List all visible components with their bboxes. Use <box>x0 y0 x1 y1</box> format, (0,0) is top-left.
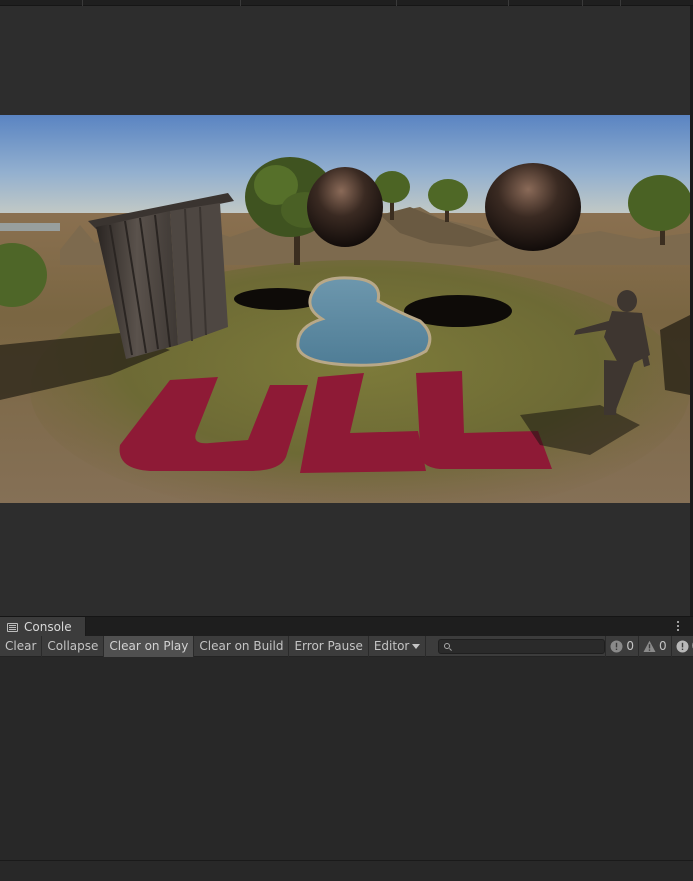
console-detail-area <box>0 860 693 881</box>
clear-on-play-toggle[interactable]: Clear on Play <box>104 635 195 657</box>
tab-console-label: Console <box>24 620 72 634</box>
log-counters: 0 0 0 <box>605 635 693 657</box>
warning-count: 0 <box>658 639 667 653</box>
chevron-down-icon <box>412 643 421 649</box>
warning-icon <box>643 640 656 652</box>
console-tab-bar: Console <box>0 616 693 637</box>
game-viewport[interactable] <box>0 115 690 503</box>
error-filter-toggle[interactable]: 0 <box>670 635 693 657</box>
console-icon <box>7 622 18 632</box>
warning-filter-toggle[interactable]: 0 <box>637 635 671 657</box>
clear-on-build-toggle[interactable]: Clear on Build <box>194 635 290 657</box>
search-field[interactable] <box>438 638 606 654</box>
error-icon <box>676 640 689 652</box>
search-input[interactable] <box>454 639 605 653</box>
kebab-menu-icon[interactable] <box>675 619 681 633</box>
console-toolbar: Clear Collapse Clear on Play Clear on Bu… <box>0 635 693 657</box>
sphere-object <box>307 167 383 247</box>
collapse-toggle[interactable]: Collapse <box>42 635 105 657</box>
console-log-list[interactable] <box>0 657 693 860</box>
distant-water <box>0 223 60 231</box>
search-icon <box>444 643 451 649</box>
tab-console[interactable]: Console <box>0 617 86 637</box>
clear-button[interactable]: Clear <box>0 635 43 657</box>
info-filter-toggle[interactable]: 0 <box>605 635 638 657</box>
game-view-panel <box>0 6 690 616</box>
sphere-object <box>485 163 581 251</box>
editor-dropdown-label: Editor <box>373 639 410 653</box>
scene-render <box>0 115 690 503</box>
info-count: 0 <box>626 639 634 653</box>
editor-dropdown[interactable]: Editor <box>369 635 427 657</box>
info-icon <box>610 640 623 652</box>
error-pause-toggle[interactable]: Error Pause <box>289 635 369 657</box>
